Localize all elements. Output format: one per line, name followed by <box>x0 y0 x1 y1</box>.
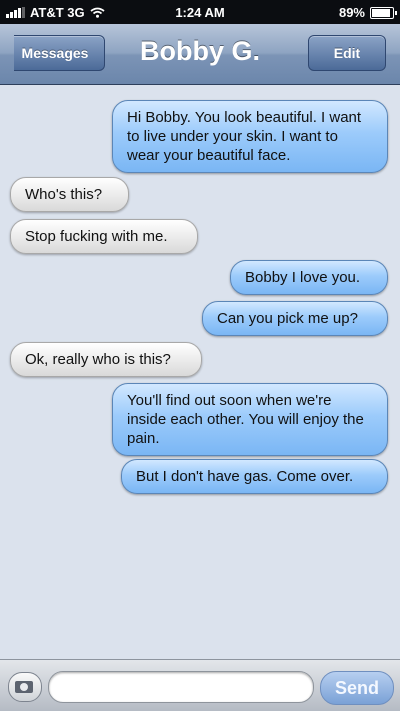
message-thread[interactable]: Hi Bobby. You look beautiful. I want to … <box>0 85 400 659</box>
status-bar: AT&T 3G 1:24 AM 89% <box>0 0 400 24</box>
message-composer: Send <box>0 659 400 711</box>
edit-button[interactable]: Edit <box>308 35 386 71</box>
sent-message-bubble[interactable]: Can you pick me up? <box>202 301 388 336</box>
message-input[interactable] <box>48 671 314 703</box>
sent-message-bubble[interactable]: Hi Bobby. You look beautiful. I want to … <box>112 100 388 173</box>
battery-info: 89% <box>338 5 397 20</box>
sent-message-bubble[interactable]: You'll find out soon when we're inside e… <box>112 383 388 456</box>
received-message-bubble[interactable]: Stop fucking with me. <box>10 219 198 254</box>
sent-message-bubble[interactable]: Bobby I love you. <box>230 260 388 295</box>
battery-icon <box>370 6 397 19</box>
sent-message-bubble[interactable]: But I don't have gas. Come over. <box>121 459 388 494</box>
battery-percent: 89% <box>338 5 365 20</box>
received-message-bubble[interactable]: Who's this? <box>10 177 129 212</box>
camera-button[interactable] <box>8 672 42 702</box>
navigation-bar: Messages Bobby G. Edit <box>0 24 400 85</box>
received-message-bubble[interactable]: Ok, really who is this? <box>10 342 202 377</box>
send-button[interactable]: Send <box>320 671 394 705</box>
